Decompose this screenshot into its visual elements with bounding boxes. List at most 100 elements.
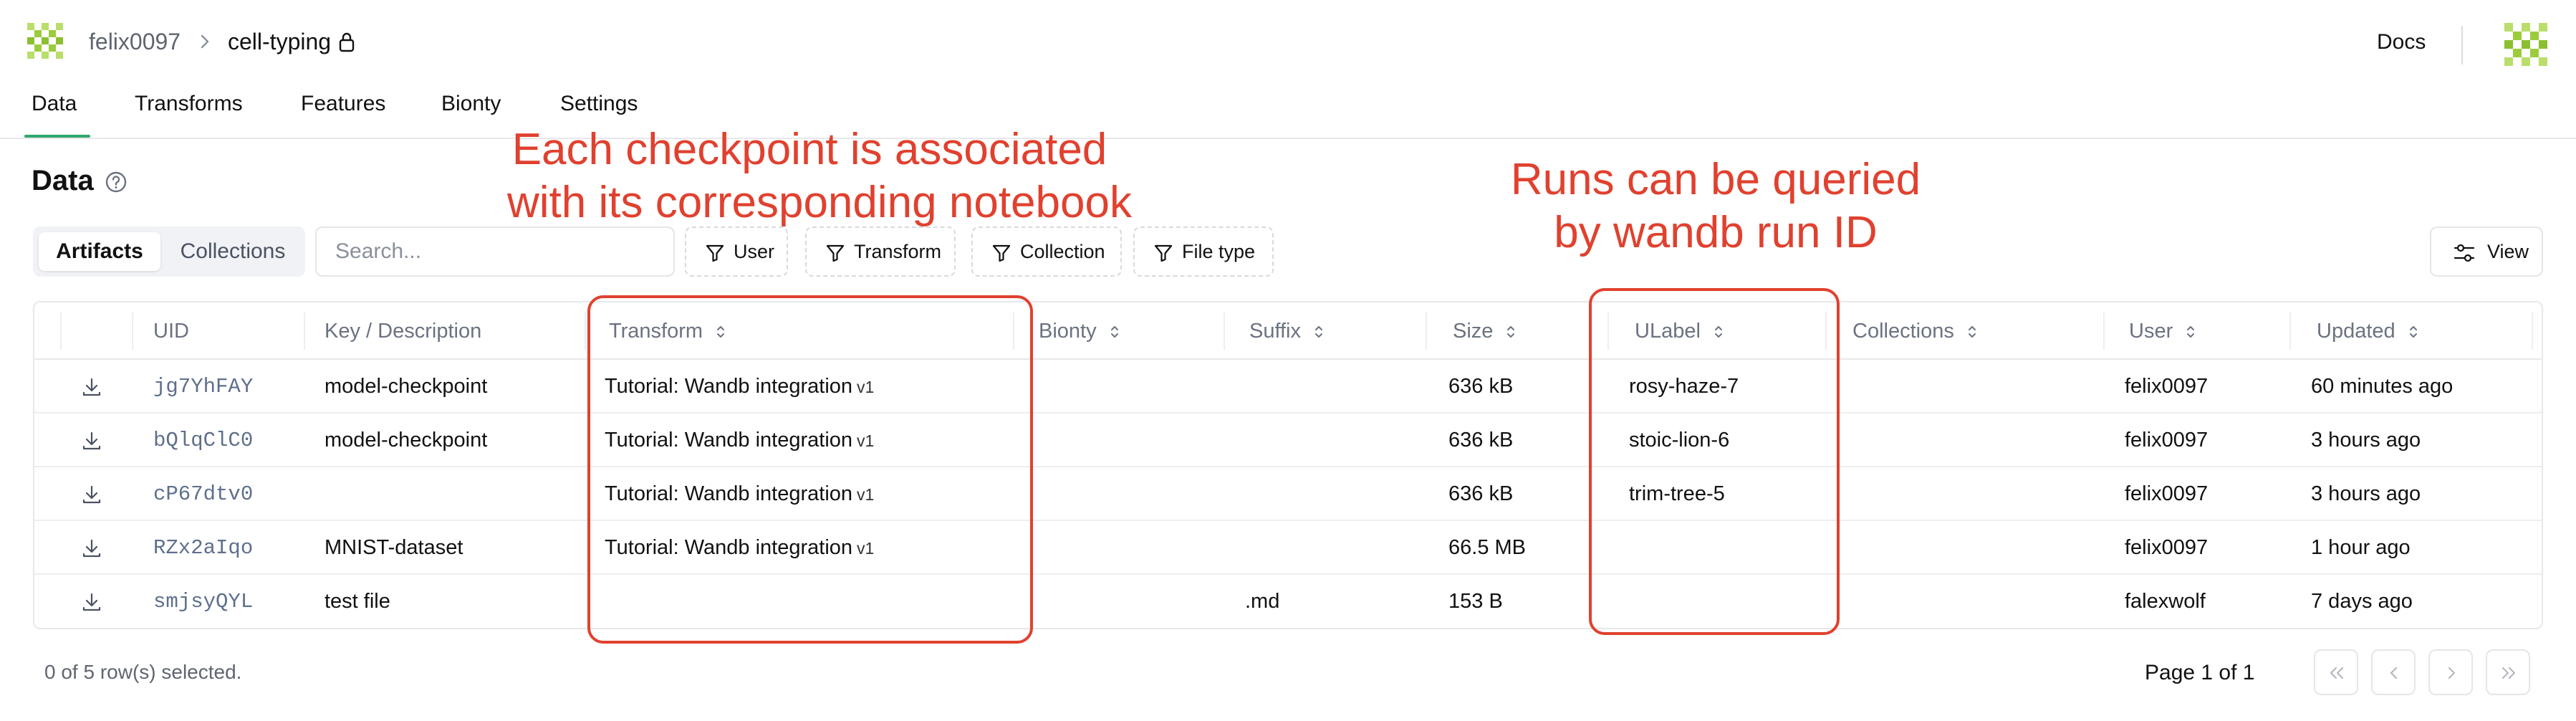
tab-bionty[interactable]: Bionty [441, 92, 501, 116]
cell-size: 636 kB [1448, 482, 1514, 505]
filter-icon [1154, 244, 1173, 262]
active-tab-indicator [24, 135, 90, 138]
segment-artifacts[interactable]: Artifacts [39, 232, 160, 271]
column-header-suffix[interactable]: Suffix [1249, 302, 1324, 360]
chevrons-left-icon [2330, 667, 2344, 679]
cell-size: 153 B [1448, 590, 1503, 613]
cell-key: MNIST-dataset [325, 536, 463, 559]
help-circle-icon[interactable] [105, 171, 128, 194]
column-header-bionty[interactable]: Bionty [1039, 302, 1120, 360]
cell-uid[interactable]: cP67dtv0 [153, 467, 253, 521]
chevron-left-icon [2390, 667, 2398, 679]
cell-uid[interactable]: smjsyQYL [153, 575, 253, 628]
annotation-text-ulabel: Runs can be queried by wandb run ID [1510, 155, 1921, 257]
column-divider [60, 312, 62, 350]
filter-transform-button[interactable]: Transform [805, 226, 956, 277]
search-input[interactable] [315, 226, 675, 277]
next-page-button[interactable] [2428, 649, 2473, 695]
cell-user: falexwolf [2125, 590, 2206, 613]
lamin-logo-icon[interactable] [24, 23, 66, 65]
column-header-size[interactable]: Size [1453, 302, 1516, 360]
cell-updated: 7 days ago [2311, 590, 2413, 613]
download-icon[interactable] [80, 483, 103, 506]
column-divider [1426, 312, 1427, 350]
artifacts-collections-toggle: Artifacts Collections [33, 226, 305, 277]
annotation-box-ulabel [1589, 288, 1840, 635]
sort-icon [1507, 326, 1515, 338]
annotation-text-transform: Each checkpoint is associated with its c… [507, 125, 1132, 227]
tab-transforms[interactable]: Transforms [135, 92, 243, 116]
artifacts-table: UID Key / Description Transform Bionty S… [33, 301, 2543, 629]
filter-collection-button[interactable]: Collection [971, 226, 1122, 277]
breadcrumb-owner[interactable]: felix0097 [89, 29, 181, 55]
sort-icon [1315, 326, 1323, 338]
row-selection-count: 0 of 5 row(s) selected. [44, 661, 242, 683]
tab-features[interactable]: Features [301, 92, 385, 116]
column-divider [1224, 312, 1225, 350]
cell-user: felix0097 [2125, 536, 2209, 559]
cell-updated: 3 hours ago [2311, 429, 2421, 452]
view-options-button[interactable]: View [2430, 226, 2543, 277]
chevron-right-icon [2448, 667, 2456, 679]
download-icon[interactable] [80, 376, 103, 398]
column-divider [2103, 312, 2105, 350]
cell-user: felix0097 [2125, 375, 2209, 398]
download-icon[interactable] [80, 429, 103, 452]
page-title: Data [32, 165, 94, 196]
segment-collections[interactable]: Collections [166, 232, 299, 271]
table-row[interactable]: RZx2aIqo MNIST-dataset Tutorial: Wandb i… [34, 521, 2542, 575]
cell-key: model-checkpoint [325, 429, 488, 452]
cell-uid[interactable]: bQlqClC0 [153, 414, 253, 467]
table-row[interactable]: smjsyQYL test file .md 153 B falexwolf 7… [34, 575, 2542, 628]
breadcrumb-repo[interactable]: cell-typing [228, 29, 331, 55]
cell-size: 636 kB [1448, 375, 1514, 398]
download-icon[interactable] [80, 537, 103, 560]
annotation-box-transform [587, 295, 1033, 644]
view-label: View [2487, 241, 2529, 262]
column-header-key[interactable]: Key / Description [325, 302, 481, 360]
previous-page-button[interactable] [2371, 649, 2416, 695]
cell-uid[interactable]: RZx2aIqo [153, 521, 253, 575]
cell-size: 66.5 MB [1448, 536, 1526, 559]
column-header-uid[interactable]: UID [153, 302, 189, 360]
download-icon[interactable] [80, 591, 103, 613]
sort-icon [2409, 326, 2417, 338]
first-page-button[interactable] [2314, 649, 2358, 695]
filter-file-type-button[interactable]: File type [1133, 226, 1274, 277]
sort-icon [2187, 326, 2195, 338]
cell-size: 636 kB [1448, 429, 1514, 452]
chevron-right-icon [201, 34, 209, 49]
table-row[interactable]: jg7YhFAY model-checkpoint Tutorial: Wand… [34, 360, 2542, 414]
table-row[interactable]: cP67dtv0 Tutorial: Wandb integration v1 6… [34, 467, 2542, 521]
column-header-collections[interactable]: Collections [1852, 302, 1977, 360]
cell-user: felix0097 [2125, 482, 2209, 505]
column-divider [2289, 312, 2291, 350]
lock-icon [339, 32, 355, 52]
header-divider [2461, 26, 2463, 65]
main-tabs: Data Transforms Features Bionty Settings [0, 86, 2576, 139]
column-divider [2532, 312, 2533, 350]
column-divider [304, 312, 305, 350]
sliders-icon [2454, 244, 2475, 262]
sort-icon [1110, 326, 1118, 338]
pagination-info: Page 1 of 1 [2145, 661, 2255, 684]
tab-data[interactable]: Data [32, 92, 77, 116]
tab-settings[interactable]: Settings [560, 92, 638, 116]
filter-transform-label: Transform [854, 241, 942, 262]
cell-suffix: .md [1245, 590, 1280, 613]
sort-icon [1968, 326, 1976, 338]
cell-key: model-checkpoint [325, 375, 488, 398]
last-page-button[interactable] [2486, 649, 2530, 695]
column-divider [132, 312, 133, 350]
docs-link[interactable]: Docs [2377, 30, 2426, 54]
user-avatar[interactable] [2500, 22, 2550, 72]
cell-updated: 1 hour ago [2311, 536, 2411, 559]
cell-uid[interactable]: jg7YhFAY [153, 360, 253, 414]
filter-icon [826, 244, 845, 262]
column-header-user[interactable]: User [2129, 302, 2196, 360]
table-row[interactable]: bQlqClC0 model-checkpoint Tutorial: Wand… [34, 414, 2542, 467]
cell-user: felix0097 [2125, 429, 2209, 452]
column-header-updated[interactable]: Updated [2317, 302, 2418, 360]
filter-user-button[interactable]: User [685, 226, 788, 277]
filter-collection-label: Collection [1020, 241, 1105, 262]
